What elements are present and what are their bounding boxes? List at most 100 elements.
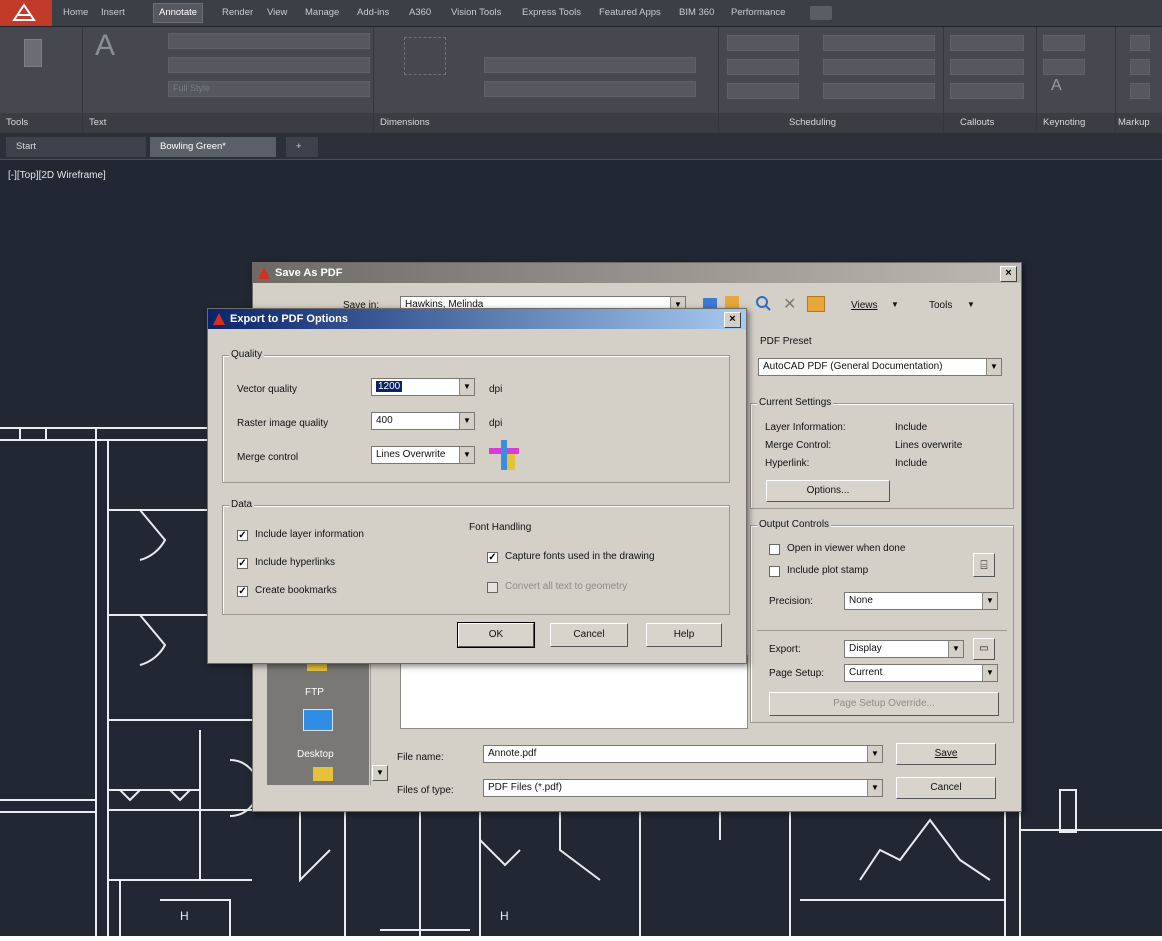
place-ftp-label[interactable]: FTP	[305, 687, 324, 698]
current-settings-group: Current Settings Layer Information: Incl…	[750, 397, 1014, 509]
capture-fonts-checkbox[interactable]: ✓	[487, 552, 498, 563]
svg-text:H: H	[180, 909, 189, 923]
options-button[interactable]: Options...	[766, 480, 890, 502]
save-dialog-title-bar[interactable]: Save As PDF ×	[253, 263, 1021, 283]
ribbon-tab-bim360[interactable]: BIM 360	[674, 4, 719, 22]
pdf-preset-select[interactable]: AutoCAD PDF (General Documentation) ▼	[758, 358, 1002, 376]
text-height-select[interactable]	[168, 57, 370, 73]
ribbon-tab-annotate[interactable]: Annotate	[153, 3, 204, 23]
ribbon-tab-manage[interactable]: Manage	[300, 4, 344, 22]
places-scrollbar[interactable]: ▼	[370, 649, 388, 785]
merge-control-select[interactable]: Lines Overwrite ▼	[371, 446, 475, 464]
ribbon-tab-home[interactable]: Home	[58, 4, 93, 22]
views-chevron-icon[interactable]: ▼	[891, 300, 899, 309]
save-button[interactable]: Save	[896, 743, 996, 765]
vector-quality-label: Vector quality	[237, 384, 298, 395]
open-in-viewer-checkbox[interactable]	[769, 544, 780, 555]
scheduling-tool-5[interactable]	[823, 59, 935, 75]
views-menu[interactable]: Views	[851, 300, 878, 311]
delete-icon[interactable]: ✕	[783, 294, 796, 314]
desktop-icon[interactable]	[303, 709, 333, 731]
markup-tool-1[interactable]	[1130, 35, 1150, 51]
text-style-dropdown[interactable]: Full Style	[168, 81, 370, 97]
multiline-text-icon[interactable]: A	[95, 29, 115, 63]
close-icon[interactable]: ×	[724, 312, 741, 328]
scheduling-tool-1[interactable]	[727, 35, 799, 51]
keynote-tool-1[interactable]	[1043, 35, 1085, 51]
files-of-type-value: PDF Files (*.pdf)	[488, 782, 562, 793]
viewport-controls-label[interactable]: [-][Top][2D Wireframe]	[8, 170, 106, 181]
include-plot-stamp-checkbox[interactable]	[769, 566, 780, 577]
close-icon[interactable]: ×	[1000, 266, 1017, 282]
text-style-select[interactable]	[168, 33, 370, 49]
precision-select[interactable]: None ▼	[844, 592, 998, 610]
scheduling-tool-3[interactable]	[727, 83, 799, 99]
export-dialog-title-bar[interactable]: Export to PDF Options ×	[208, 309, 746, 329]
page-setup-override-button[interactable]: Page Setup Override...	[769, 692, 999, 716]
autocad-window: Home Insert Annotate Render View Manage …	[0, 0, 1162, 936]
dimension-icon[interactable]	[404, 37, 446, 75]
folder-icon[interactable]	[313, 767, 333, 781]
callout-tool-1[interactable]	[950, 35, 1024, 51]
plot-stamp-settings-icon[interactable]: ⌸	[973, 553, 995, 577]
new-folder-icon[interactable]	[807, 296, 825, 312]
scheduling-tool-2[interactable]	[727, 59, 799, 75]
ribbon-tab-add-ins[interactable]: Add-ins	[352, 4, 394, 22]
scheduling-tool-4[interactable]	[823, 35, 935, 51]
save-dialog-cancel-button[interactable]: Cancel	[896, 777, 996, 799]
create-bookmarks-checkbox[interactable]: ✓	[237, 586, 248, 597]
callout-tool-2[interactable]	[950, 59, 1024, 75]
pdf-preset-value: AutoCAD PDF (General Documentation)	[763, 361, 943, 372]
raster-quality-select[interactable]: 400 ▼	[371, 412, 475, 430]
ribbon-tab-performance[interactable]: Performance	[726, 4, 790, 22]
place-desktop-label[interactable]: Desktop	[297, 749, 334, 760]
doc-tab-bowling-green[interactable]: Bowling Green*	[150, 137, 276, 157]
chevron-down-icon: ▼	[459, 447, 474, 463]
export-select[interactable]: Display ▼	[844, 640, 964, 658]
chevron-down-icon: ▼	[459, 413, 474, 429]
include-layer-checkbox[interactable]: ✓	[237, 530, 248, 541]
markup-tool-2[interactable]	[1130, 59, 1150, 75]
export-window-icon[interactable]: ▭	[973, 638, 995, 660]
ribbon-tab-featured-apps[interactable]: Featured Apps	[594, 4, 666, 22]
markup-tool-3[interactable]	[1130, 83, 1150, 99]
open-in-viewer-label: Open in viewer when done	[787, 543, 906, 554]
page-setup-select[interactable]: Current ▼	[844, 664, 998, 682]
file-name-value: Annote.pdf	[488, 748, 537, 759]
vector-quality-select[interactable]: 1200 ▼	[371, 378, 475, 396]
callout-tool-3[interactable]	[950, 83, 1024, 99]
raster-quality-value: 400	[376, 415, 393, 426]
file-list-area[interactable]	[400, 655, 748, 729]
include-hyperlinks-checkbox[interactable]: ✓	[237, 558, 248, 569]
ribbon-tab-vision-tools[interactable]: Vision Tools	[446, 4, 506, 22]
file-name-input[interactable]: Annote.pdf ▼	[483, 745, 883, 763]
files-of-type-select[interactable]: PDF Files (*.pdf) ▼	[483, 779, 883, 797]
help-button[interactable]: Help	[646, 623, 722, 647]
convert-text-checkbox[interactable]	[487, 582, 498, 593]
include-plot-stamp-label: Include plot stamp	[787, 565, 869, 576]
dimension-style-select[interactable]	[484, 57, 696, 73]
doc-tab-new[interactable]: +	[286, 137, 318, 157]
scroll-down-icon[interactable]: ▼	[372, 765, 388, 781]
keynote-text-icon[interactable]: A	[1051, 77, 1062, 95]
ribbon-tab-insert[interactable]: Insert	[96, 4, 130, 22]
tools-chevron-icon[interactable]: ▼	[967, 300, 975, 309]
tools-icon[interactable]	[24, 39, 42, 67]
keynote-tool-2[interactable]	[1043, 59, 1085, 75]
ribbon-tab-render[interactable]: Render	[217, 4, 258, 22]
dimension-layer-select[interactable]	[484, 81, 696, 97]
application-menu-button[interactable]	[0, 0, 52, 26]
tools-menu[interactable]: Tools	[929, 300, 952, 311]
quality-group: Quality Vector quality 1200 ▼ dpi Raster…	[222, 349, 730, 483]
scheduling-tool-6[interactable]	[823, 83, 935, 99]
search-web-icon[interactable]	[755, 295, 771, 311]
doc-tab-start[interactable]: Start	[6, 137, 146, 157]
ribbon-tab-express-tools[interactable]: Express Tools	[517, 4, 586, 22]
ribbon-minimize-toggle[interactable]	[810, 6, 832, 20]
ok-button[interactable]: OK	[457, 622, 535, 648]
page-setup-value: Current	[849, 667, 883, 678]
export-dialog-cancel-button[interactable]: Cancel	[550, 623, 628, 647]
ribbon-tab-view[interactable]: View	[262, 4, 292, 22]
output-controls-title: Output Controls	[757, 519, 832, 530]
ribbon-tab-a360[interactable]: A360	[404, 4, 436, 22]
